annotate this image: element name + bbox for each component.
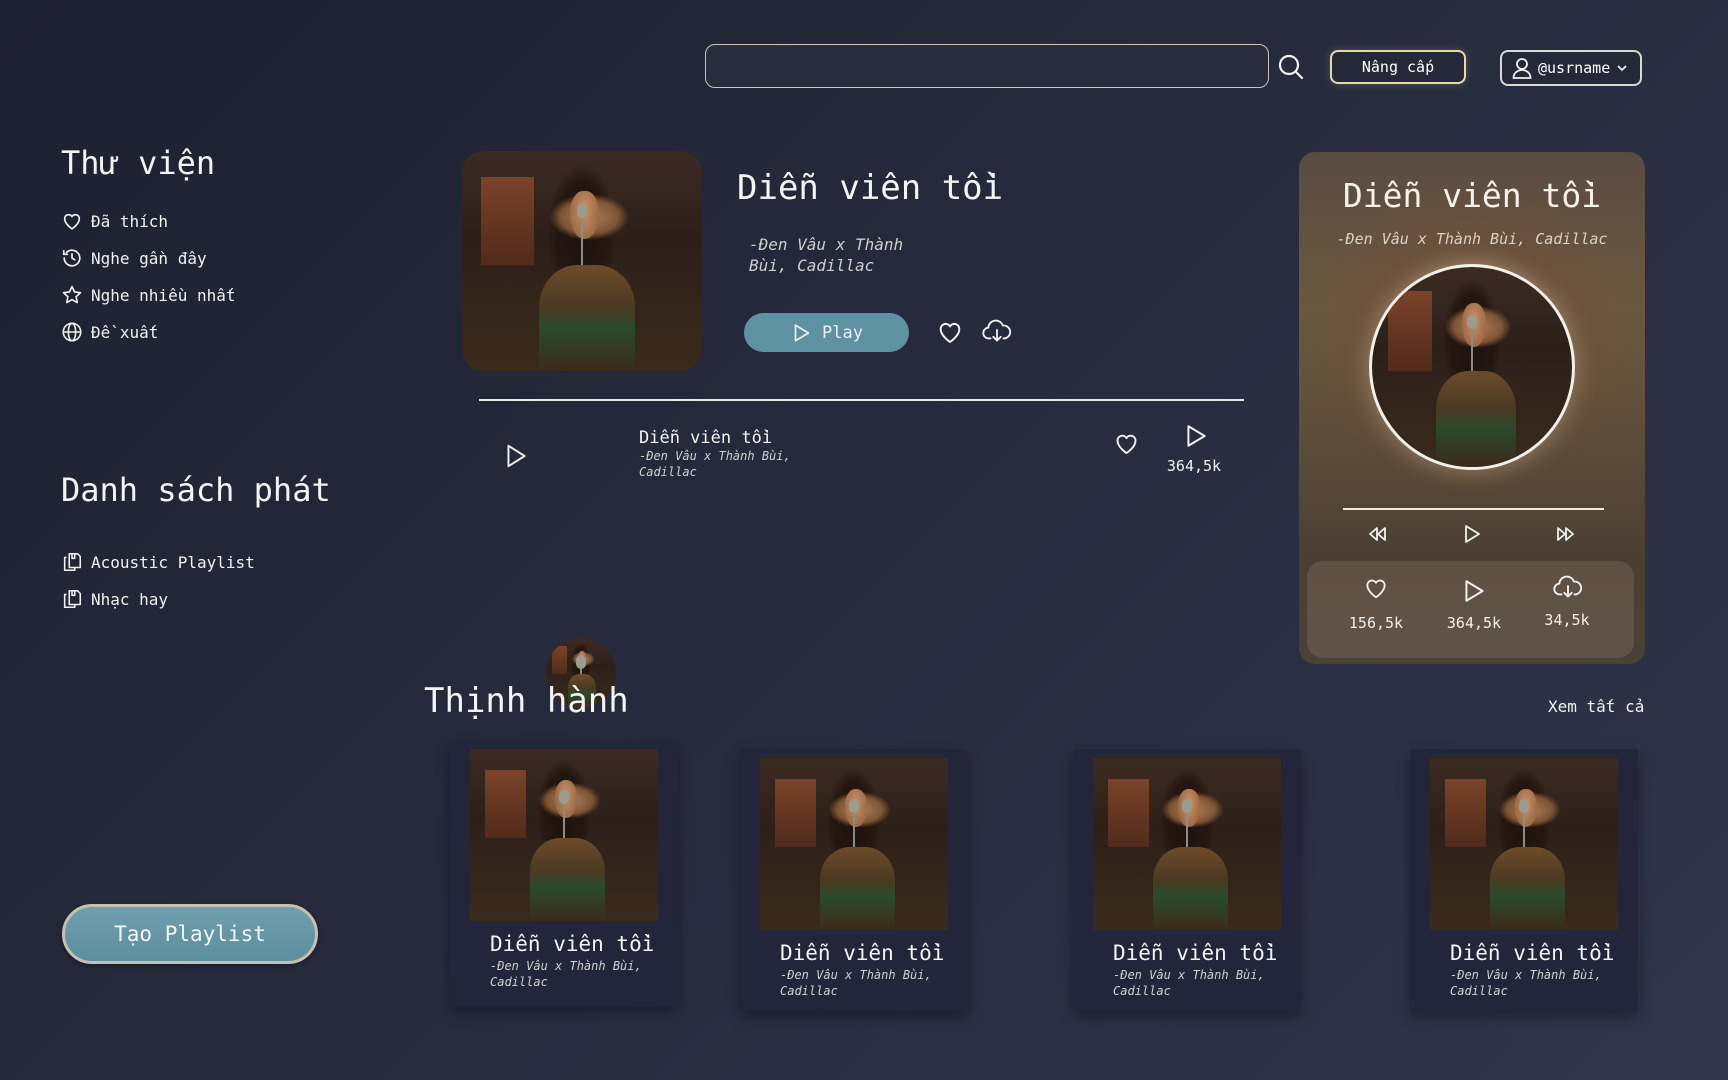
library-item-most-played[interactable]: Nghe nhiều nhất: [61, 284, 236, 306]
library-item-suggested[interactable]: Đề xuất: [61, 321, 158, 343]
user-icon: [1512, 57, 1532, 79]
history-icon: [61, 247, 83, 269]
trending-card-art: [470, 749, 658, 921]
search-icon[interactable]: [1276, 52, 1306, 82]
now-playing-card: Diễn viên tồi -Đen Vâu x Thành Bùi, Cadi…: [1299, 152, 1645, 664]
library-item-label: Đã thích: [91, 211, 169, 231]
playlist-icon: [61, 588, 83, 610]
trending-card-artist: -Đen Vâu x Thành Bùi, Cadillac: [780, 968, 932, 998]
trending-card-title: Diễn viên tồi: [1113, 941, 1278, 965]
trending-card-art: [760, 758, 948, 930]
downloads-count: 34,5k: [1544, 611, 1590, 629]
row-title: Diễn viên tồi: [639, 428, 773, 448]
chevron-down-icon: [1616, 63, 1628, 73]
upgrade-button[interactable]: Nâng cấp: [1330, 50, 1466, 84]
trending-card-artist: -Đen Vâu x Thành Bùi, Cadillac: [490, 959, 642, 989]
trending-card-title: Diễn viên tồi: [1450, 941, 1615, 965]
create-playlist-button[interactable]: Tạo Playlist: [62, 904, 318, 964]
downloads-icon[interactable]: [1553, 575, 1583, 601]
now-playing-stats: 156,5k 364,5k 34,5k: [1307, 561, 1634, 658]
library-item-label: Đề xuất: [91, 322, 159, 342]
playlist-icon: [61, 551, 83, 573]
featured-title: Diễn viên tồi: [737, 168, 1004, 208]
trending-card-artist: -Đen Vâu x Thành Bùi, Cadillac: [1450, 968, 1602, 998]
heart-icon: [61, 210, 83, 232]
playlist-item-acoustic[interactable]: Acoustic Playlist: [61, 551, 255, 573]
next-icon[interactable]: [1554, 522, 1578, 546]
row-play-icon[interactable]: [503, 442, 529, 470]
likes-icon[interactable]: [1363, 575, 1389, 601]
progress-bar[interactable]: [1343, 508, 1604, 510]
library-item-liked[interactable]: Đã thích: [61, 210, 168, 232]
trending-card-art: [1093, 758, 1281, 930]
create-playlist-label: Tạo Playlist: [114, 922, 266, 946]
plays-count: 364,5k: [1446, 614, 1502, 632]
trending-card-artist: -Đen Vâu x Thành Bùi, Cadillac: [1113, 968, 1265, 998]
row-plays-count: 364,5k: [1166, 457, 1222, 475]
now-playing-disc: [1369, 264, 1575, 470]
library-item-label: Nghe nhiều nhất: [91, 285, 236, 305]
trending-card-title: Diễn viên tồi: [780, 941, 945, 965]
download-icon[interactable]: [982, 318, 1012, 346]
library-item-label: Nghe gần đây: [91, 248, 207, 268]
featured-artist: -Đen Vâu x Thành Bùi, Cadillac: [749, 235, 904, 275]
trending-card-art: [1430, 758, 1618, 930]
previous-icon[interactable]: [1365, 522, 1389, 546]
playlist-item-nhac-hay[interactable]: Nhạc hay: [61, 588, 168, 610]
trending-card[interactable]: Diễn viên tồi -Đen Vâu x Thành Bùi, Cadi…: [450, 740, 678, 1006]
playlist-label: Acoustic Playlist: [91, 552, 255, 572]
row-like-icon[interactable]: [1113, 430, 1140, 457]
playlist-label: Nhạc hay: [91, 589, 169, 609]
play-label: Play: [822, 322, 863, 343]
row-plays-icon: [1183, 423, 1209, 449]
like-icon[interactable]: [936, 318, 964, 346]
username: @usrname: [1538, 59, 1611, 77]
trending-card-title: Diễn viên tồi: [490, 932, 655, 956]
search-input[interactable]: [705, 44, 1269, 88]
featured-album-art[interactable]: [462, 151, 702, 371]
trending-card[interactable]: Diễn viên tồi -Đen Vâu x Thành Bùi, Cadi…: [740, 749, 968, 1011]
playlists-heading: Danh sách phát: [61, 471, 331, 509]
now-playing-title: Diễn viên tồi: [1342, 176, 1602, 215]
trending-card[interactable]: Diễn viên tồi -Đen Vâu x Thành Bùi, Cadi…: [1073, 749, 1301, 1011]
row-artist: -Đen Vâu x Thành Bùi, Cadillac: [639, 449, 791, 479]
trending-card[interactable]: Diễn viên tồi -Đen Vâu x Thành Bùi, Cadi…: [1410, 749, 1638, 1011]
see-all-link[interactable]: Xem tất cả: [1548, 697, 1644, 716]
play-pause-icon[interactable]: [1460, 522, 1484, 546]
plays-icon[interactable]: [1461, 578, 1487, 604]
likes-count: 156,5k: [1348, 614, 1404, 632]
play-button[interactable]: Play: [744, 313, 909, 352]
upgrade-label: Nâng cấp: [1361, 58, 1435, 76]
divider: [479, 399, 1244, 401]
now-playing-artist: -Đen Vâu x Thành Bùi, Cadillac: [1336, 230, 1608, 248]
library-item-recent[interactable]: Nghe gần đây: [61, 247, 207, 269]
globe-icon: [61, 321, 83, 343]
user-menu-button[interactable]: @usrname: [1500, 50, 1642, 86]
play-icon: [790, 322, 812, 344]
trending-heading: Thịnh hành: [424, 681, 629, 721]
library-heading: Thư viện: [61, 144, 216, 182]
star-icon: [61, 284, 83, 306]
